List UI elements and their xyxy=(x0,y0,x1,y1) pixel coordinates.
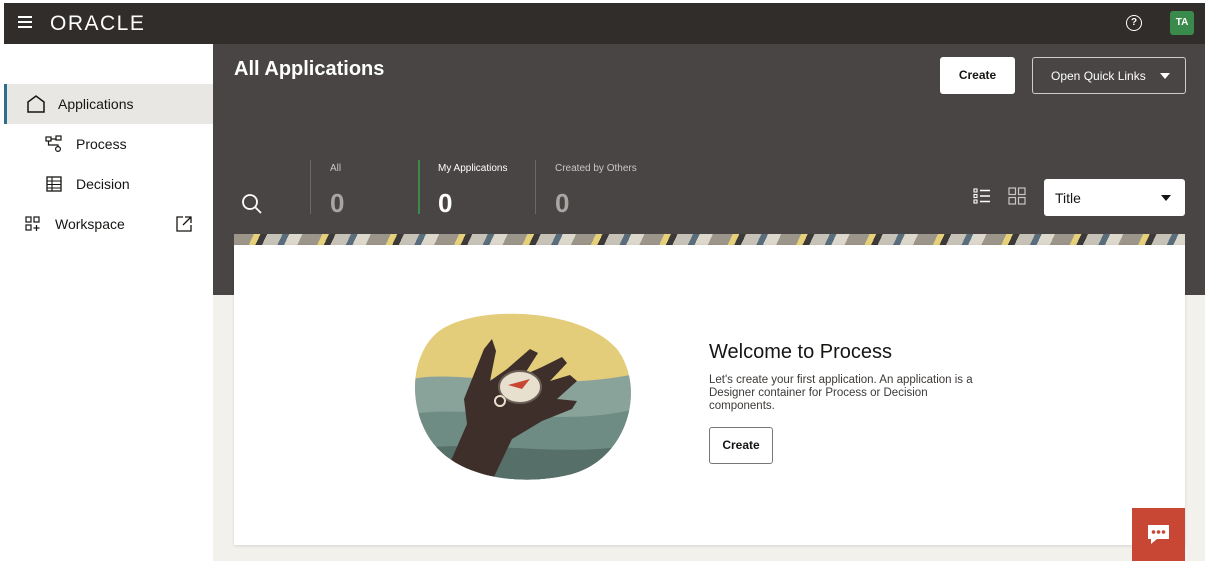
filter-created-by-others[interactable]: Created by Others 0 xyxy=(535,160,665,218)
filter-divider xyxy=(535,160,536,214)
sidebar-item-label: Workspace xyxy=(55,216,125,232)
open-quick-links-label: Open Quick Links xyxy=(1051,68,1146,83)
filter-label: Created by Others xyxy=(555,163,637,174)
help-icon[interactable]: ? xyxy=(1126,15,1142,31)
filter-my-applications[interactable]: My Applications 0 xyxy=(418,160,528,218)
sidebar-item-label: Decision xyxy=(76,176,130,192)
filter-divider xyxy=(418,160,420,214)
workspace-grid-icon xyxy=(23,214,43,234)
sidebar-item-label: Process xyxy=(76,136,127,152)
filter-count: 0 xyxy=(438,188,453,218)
external-link-icon[interactable] xyxy=(175,215,193,233)
open-quick-links-button[interactable]: Open Quick Links xyxy=(1032,57,1186,94)
search-icon[interactable] xyxy=(241,193,263,215)
filter-divider xyxy=(310,160,311,214)
sort-select[interactable]: Title xyxy=(1044,179,1185,216)
welcome-card: Welcome to Process Let's create your fir… xyxy=(234,245,1185,545)
welcome-title: Welcome to Process xyxy=(709,341,893,363)
filter-label: My Applications xyxy=(438,163,508,174)
top-bar: ORACLE ? TA xyxy=(4,3,1205,44)
table-icon xyxy=(44,174,64,194)
sidebar-item-applications[interactable]: Applications xyxy=(4,84,213,124)
create-application-button[interactable]: Create xyxy=(709,427,773,464)
sidebar-item-process[interactable]: Process xyxy=(4,124,213,164)
chevron-down-icon xyxy=(1161,195,1171,201)
list-view-icon[interactable] xyxy=(973,187,991,205)
home-icon xyxy=(26,94,46,114)
sort-select-value: Title xyxy=(1055,189,1081,206)
grid-view-icon[interactable] xyxy=(1008,187,1026,205)
chevron-down-icon xyxy=(1159,72,1170,79)
filter-count: 0 xyxy=(330,188,345,218)
sidebar: Applications Process Decision Workspace xyxy=(4,44,213,561)
page-title: All Applications xyxy=(234,58,385,80)
sidebar-item-workspace[interactable]: Workspace xyxy=(4,204,213,244)
decorative-banner xyxy=(234,234,1185,245)
create-button[interactable]: Create xyxy=(940,57,1015,94)
process-flow-icon xyxy=(44,134,64,154)
compass-hand-illustration xyxy=(412,309,636,481)
chat-icon xyxy=(1148,525,1169,544)
hamburger-icon[interactable] xyxy=(18,16,32,28)
filter-count: 0 xyxy=(555,188,570,218)
welcome-description: Let's create your first application. An … xyxy=(709,374,973,412)
filter-all[interactable]: All 0 xyxy=(310,160,410,218)
user-avatar[interactable]: TA xyxy=(1170,11,1194,35)
chat-button[interactable] xyxy=(1132,508,1185,561)
filter-label: All xyxy=(330,163,342,174)
sidebar-item-label: Applications xyxy=(58,96,134,112)
sidebar-item-decision[interactable]: Decision xyxy=(4,164,213,204)
oracle-logo[interactable]: ORACLE xyxy=(50,12,145,36)
